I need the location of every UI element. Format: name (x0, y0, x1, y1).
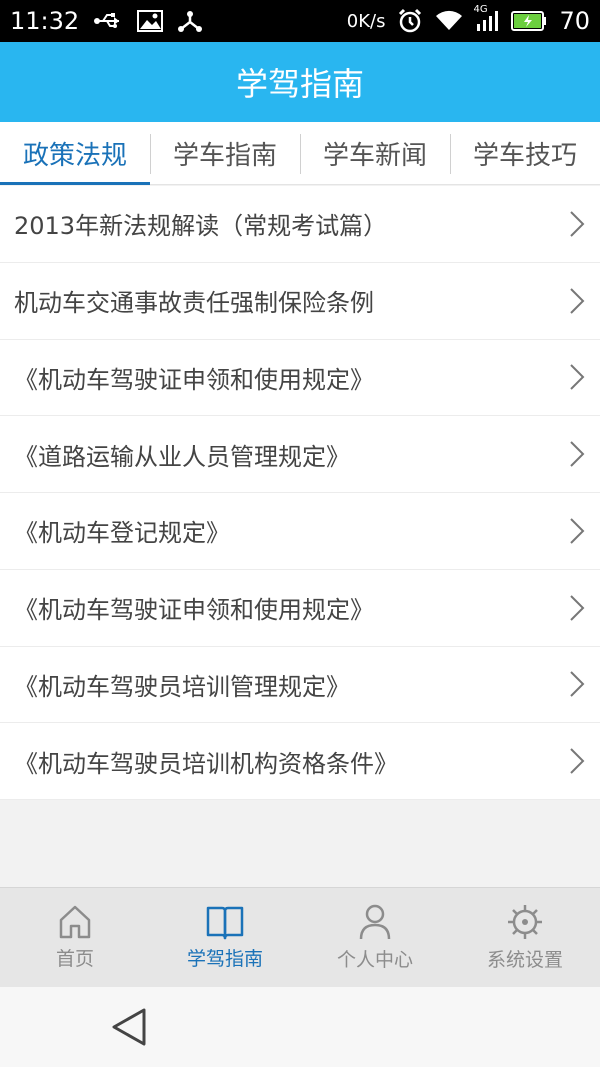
list-item[interactable]: 《机动车驾驶员培训机构资格条件》 (0, 723, 600, 800)
nav-system-settings[interactable]: 系统设置 (450, 888, 600, 987)
battery-percent: 70 (559, 7, 590, 35)
list-item-title: 《机动车驾驶证申领和使用规定》 (14, 365, 374, 394)
nav-label: 个人中心 (336, 949, 413, 971)
status-time: 11:32 (10, 7, 80, 35)
chevron-right-icon (566, 439, 588, 469)
status-bar-left: 11:32 (10, 7, 203, 35)
list-item[interactable]: 机动车交通事故责任强制保险条例 (0, 263, 600, 340)
tab-driving-news[interactable]: 学车新闻 (300, 122, 450, 184)
list-item[interactable]: 《机动车驾驶员培训管理规定》 (0, 647, 600, 724)
tab-label: 学车指南 (172, 140, 277, 171)
list-item-title: 《机动车驾驶证申领和使用规定》 (14, 596, 374, 625)
nav-home[interactable]: 首页 (0, 888, 150, 987)
chevron-right-icon (566, 516, 588, 546)
network-type-label: 4G (473, 4, 488, 15)
list-item-title: 《机动车驾驶员培训机构资格条件》 (14, 749, 398, 778)
status-bar: 11:32 0K/s 4G 70 (0, 0, 600, 42)
back-icon[interactable] (110, 1007, 148, 1051)
book-icon (205, 904, 245, 940)
chevron-right-icon (566, 669, 588, 699)
settings-icon (505, 903, 545, 941)
tab-label: 政策法规 (22, 140, 127, 171)
wifi-icon (435, 10, 463, 32)
list-item-title: 机动车交通事故责任强制保险条例 (14, 289, 374, 318)
bottom-navigation: 首页 学驾指南 个人中心 系统设置 (0, 887, 600, 987)
nav-label: 系统设置 (486, 949, 563, 971)
list-item[interactable]: 2013年新法规解读（常规考试篇） (0, 186, 600, 263)
usb-icon (93, 12, 123, 30)
tab-driving-guide[interactable]: 学车指南 (150, 122, 300, 184)
chevron-right-icon (566, 286, 588, 316)
list-item-title: 《机动车登记规定》 (14, 519, 230, 548)
list-item[interactable]: 《道路运输从业人员管理规定》 (0, 416, 600, 493)
regulation-list: 2013年新法规解读（常规考试篇） 机动车交通事故责任强制保险条例 《机动车驾驶… (0, 186, 600, 800)
list-item-title: 《机动车驾驶员培训管理规定》 (14, 672, 350, 701)
chevron-right-icon (566, 746, 588, 776)
tab-policy-regulations[interactable]: 政策法规 (0, 122, 150, 185)
nav-personal-center[interactable]: 个人中心 (300, 888, 450, 987)
signal-icon: 4G (473, 4, 499, 32)
list-item[interactable]: 《机动车驾驶证申领和使用规定》 (0, 340, 600, 417)
network-share-icon (177, 9, 203, 33)
alarm-icon (397, 8, 423, 34)
battery-charging-icon (511, 11, 547, 31)
nav-label: 学驾指南 (186, 948, 263, 970)
image-icon (137, 10, 164, 32)
chevron-right-icon (566, 593, 588, 623)
page-title: 学驾指南 (235, 65, 364, 103)
tab-bar: 政策法规 学车指南 学车新闻 学车技巧 (0, 122, 600, 185)
chevron-right-icon (566, 362, 588, 392)
network-speed: 0K/s (346, 10, 386, 32)
list-item[interactable]: 《机动车驾驶证申领和使用规定》 (0, 570, 600, 647)
nav-label: 首页 (55, 948, 94, 970)
list-item-title: 2013年新法规解读（常规考试篇） (14, 212, 388, 241)
status-bar-right: 0K/s 4G 70 (346, 4, 590, 35)
nav-driving-guide[interactable]: 学驾指南 (150, 888, 300, 987)
chevron-right-icon (566, 209, 588, 239)
home-icon (58, 904, 92, 940)
app-bar: 学驾指南 (0, 42, 600, 122)
tab-driving-tips[interactable]: 学车技巧 (450, 122, 600, 184)
list-item-title: 《道路运输从业人员管理规定》 (14, 442, 350, 471)
person-icon (358, 903, 392, 941)
list-item[interactable]: 《机动车登记规定》 (0, 493, 600, 570)
tab-label: 学车新闻 (322, 140, 427, 171)
system-navigation-bar (0, 987, 600, 1067)
tab-label: 学车技巧 (472, 140, 577, 171)
